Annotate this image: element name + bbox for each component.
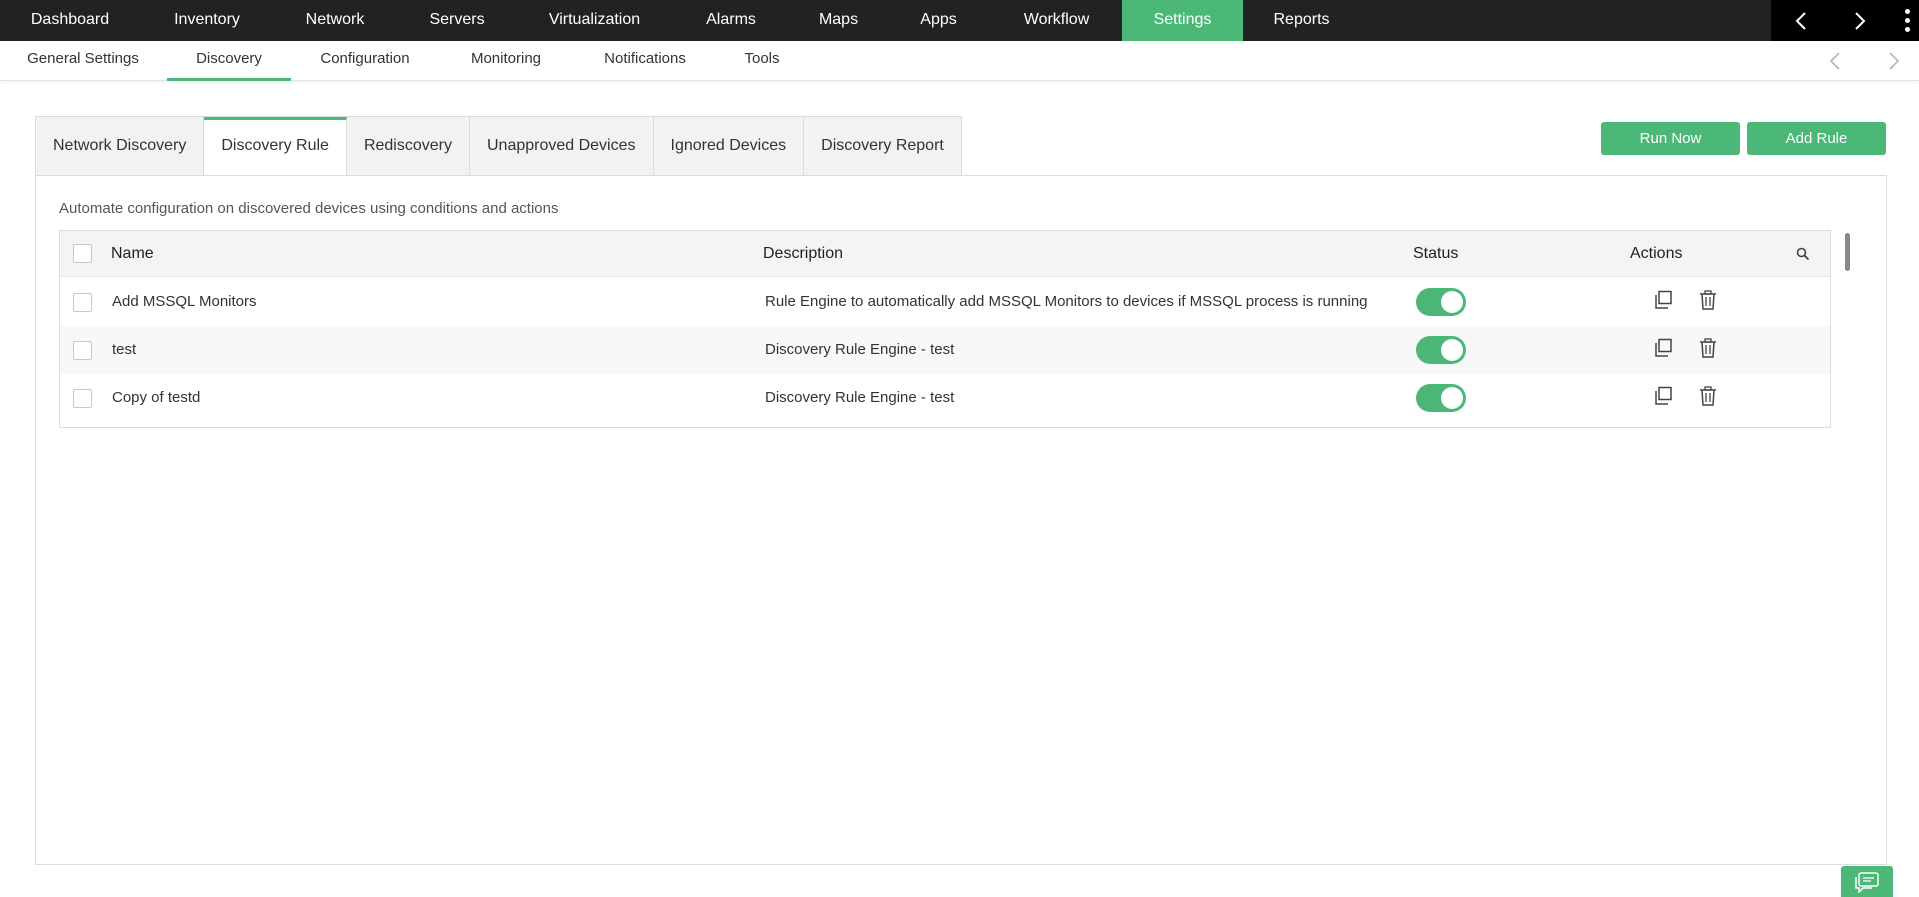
trash-icon[interactable]: [1697, 385, 1719, 407]
chevron-right-icon[interactable]: [1882, 49, 1906, 73]
copy-icon[interactable]: [1652, 385, 1674, 407]
rule-name[interactable]: Add MSSQL Monitors: [112, 278, 257, 326]
rule-description: Discovery Rule Engine - test: [765, 389, 955, 406]
row-checkbox[interactable]: [73, 389, 92, 408]
nav-scroll-controls: [1771, 0, 1919, 41]
trash-icon[interactable]: [1697, 337, 1719, 359]
subnav-tools[interactable]: Tools: [730, 41, 794, 81]
tab-discovery-rule[interactable]: Discovery Rule: [204, 117, 347, 176]
subnav-configuration[interactable]: Configuration: [309, 41, 421, 81]
chevron-right-icon[interactable]: [1840, 0, 1880, 41]
table-row: test Discovery Rule Engine - test: [60, 326, 1830, 374]
column-header-status[interactable]: Status: [1413, 231, 1458, 277]
nav-network[interactable]: Network: [274, 0, 396, 41]
column-header-actions: Actions: [1630, 245, 1683, 262]
subnav-general-settings[interactable]: General Settings: [16, 41, 150, 81]
search-icon[interactable]: [1792, 243, 1814, 265]
row-checkbox[interactable]: [73, 293, 92, 312]
discovery-tabs: Network Discovery Discovery Rule Redisco…: [35, 116, 962, 176]
nav-workflow[interactable]: Workflow: [991, 0, 1122, 41]
table-row: Copy of testd Discovery Rule Engine - te…: [60, 374, 1830, 422]
chevron-left-icon[interactable]: [1823, 49, 1847, 73]
column-header-name[interactable]: Name: [111, 231, 154, 277]
tab-ignored-devices[interactable]: Ignored Devices: [653, 117, 805, 175]
status-toggle[interactable]: [1416, 384, 1466, 412]
nav-maps[interactable]: Maps: [791, 0, 886, 41]
nav-settings[interactable]: Settings: [1122, 0, 1243, 41]
chat-icon[interactable]: [1841, 866, 1893, 897]
rule-description: Rule Engine to automatically add MSSQL M…: [765, 293, 1368, 310]
status-toggle[interactable]: [1416, 288, 1466, 316]
discovery-rule-panel: Automate configuration on discovered dev…: [35, 175, 1887, 865]
tab-network-discovery[interactable]: Network Discovery: [36, 117, 205, 175]
table-scrollbar[interactable]: [1845, 233, 1850, 271]
copy-icon[interactable]: [1652, 337, 1674, 359]
row-checkbox[interactable]: [73, 341, 92, 360]
subnav-discovery[interactable]: Discovery: [167, 41, 291, 81]
tab-rediscovery[interactable]: Rediscovery: [346, 117, 470, 175]
nav-alarms[interactable]: Alarms: [671, 0, 791, 41]
nav-reports[interactable]: Reports: [1243, 0, 1360, 41]
copy-icon[interactable]: [1652, 289, 1674, 311]
rule-name[interactable]: test: [112, 326, 136, 374]
trash-icon[interactable]: [1697, 289, 1719, 311]
nav-apps[interactable]: Apps: [886, 0, 991, 41]
column-header-description[interactable]: Description: [763, 231, 843, 277]
tab-unapproved-devices[interactable]: Unapproved Devices: [469, 117, 654, 175]
panel-description: Automate configuration on discovered dev…: [59, 200, 559, 217]
kebab-menu-icon[interactable]: [1895, 0, 1919, 41]
status-toggle[interactable]: [1416, 336, 1466, 364]
chevron-left-icon[interactable]: [1781, 0, 1821, 41]
subnav-notifications[interactable]: Notifications: [590, 41, 700, 81]
tab-discovery-report[interactable]: Discovery Report: [804, 117, 961, 175]
sub-navigation-bar: General Settings Discovery Configuration…: [0, 41, 1919, 81]
subnav-monitoring[interactable]: Monitoring: [456, 41, 556, 81]
rule-name[interactable]: Copy of testd: [112, 374, 200, 422]
top-navigation-bar: Dashboard Inventory Network Servers Virt…: [0, 0, 1919, 41]
nav-inventory[interactable]: Inventory: [140, 0, 274, 41]
rules-table: Name Description Status Actions Add MSSQ…: [59, 230, 1850, 428]
add-rule-button[interactable]: Add Rule: [1747, 122, 1886, 155]
nav-virtualization[interactable]: Virtualization: [518, 0, 671, 41]
nav-dashboard[interactable]: Dashboard: [0, 0, 140, 41]
run-now-button[interactable]: Run Now: [1601, 122, 1740, 155]
table-row: Add MSSQL Monitors Rule Engine to automa…: [60, 278, 1830, 326]
select-all-checkbox[interactable]: [73, 244, 92, 263]
rule-description: Discovery Rule Engine - test: [765, 341, 955, 358]
table-header: Name Description Status Actions: [60, 231, 1850, 277]
nav-servers[interactable]: Servers: [396, 0, 518, 41]
